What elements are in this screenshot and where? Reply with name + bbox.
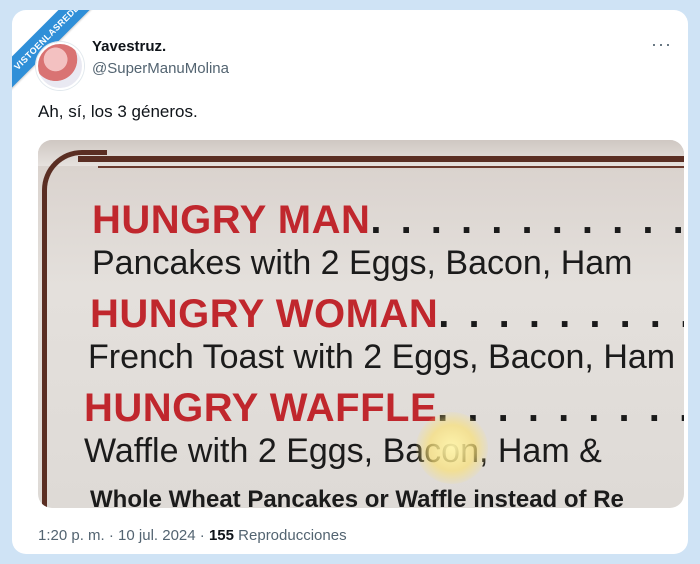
tweet-photo[interactable]: HUNGRY MAN. . . . . . . . . . . Pancakes… [38, 140, 684, 508]
menu-item-description: Pancakes with 2 Eggs, Bacon, Ham [92, 244, 633, 282]
menu-item-dots: . . . . . . . . . . . [370, 198, 684, 242]
author-handle[interactable]: @SuperManuMolina [92, 60, 229, 77]
menu-item-title-text: HUNGRY WOMAN [90, 292, 439, 336]
sign-frame-line [78, 156, 684, 162]
menu-item-title: HUNGRY WAFFLE. . . . . . . . . [84, 386, 684, 431]
tweet-card: VISTOENLASREDES Yavestruz. @SuperManuMol… [12, 10, 688, 554]
views-label: Reproducciones [238, 527, 347, 544]
tweet-date[interactable]: 10 jul. 2024 [118, 527, 196, 544]
separator-dot: · [108, 527, 114, 544]
sign-frame-top [38, 140, 684, 166]
tweet-time[interactable]: 1:20 p. m. [38, 527, 105, 544]
separator-dot: · [199, 527, 205, 544]
sign-frame-line-thin [98, 166, 684, 168]
views-count: 155 [208, 527, 234, 544]
menu-item-title: HUNGRY MAN. . . . . . . . . . . [92, 198, 684, 243]
menu-item-description: French Toast with 2 Eggs, Bacon, Ham [88, 338, 676, 376]
menu-item-description: Waffle with 2 Eggs, Bacon, Ham & [84, 432, 602, 470]
menu-item-title: HUNGRY WOMAN. . . . . . . . . [90, 292, 684, 337]
menu-item-title-text: HUNGRY MAN [92, 198, 371, 242]
author-name[interactable]: Yavestruz. [92, 38, 166, 55]
more-options-icon[interactable]: ··· [651, 34, 672, 55]
tweet-text: Ah, sí, los 3 géneros. [38, 102, 198, 121]
menu-item-title-text: HUNGRY WAFFLE [84, 386, 438, 430]
menu-footer-line: Whole Wheat Pancakes or Waffle instead o… [90, 486, 624, 508]
menu-item-dots: . . . . . . . . . [438, 292, 684, 336]
tweet-meta: 1:20 p. m. · 10 jul. 2024 · 155 Reproduc… [38, 527, 347, 544]
avatar[interactable] [36, 42, 84, 90]
light-glare [416, 412, 488, 484]
